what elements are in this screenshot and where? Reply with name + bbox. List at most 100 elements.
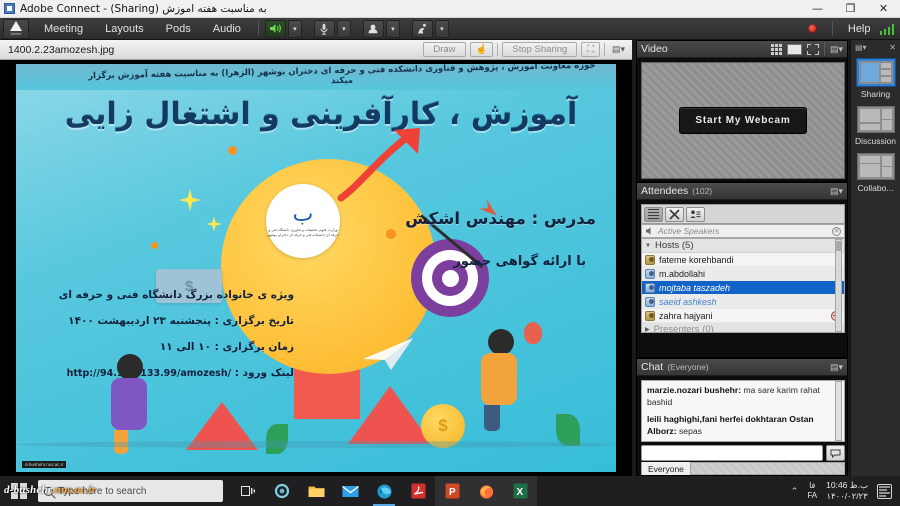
menu-audio[interactable]: Audio [202, 18, 252, 40]
microphone-icon[interactable] [313, 19, 335, 38]
help-link[interactable]: Help [848, 23, 871, 35]
video-fullscreen-icon[interactable] [806, 43, 819, 55]
menu-layouts[interactable]: Layouts [94, 18, 155, 40]
maximize-button[interactable]: ❐ [834, 0, 867, 18]
group-presenters[interactable]: ▶ Presenters (0) [642, 323, 844, 333]
slide-title-text: آموزش ، کارآفرینی و اشتغال زایی [64, 97, 578, 132]
adobe-logo-text: Adobe [10, 31, 22, 36]
webcam-icon[interactable] [362, 19, 384, 38]
menu-meeting[interactable]: Meeting [33, 18, 94, 40]
layout-thumb-sharing [856, 59, 895, 86]
speaker-dropdown-arrow[interactable]: ▾ [287, 19, 302, 38]
chat-input[interactable] [641, 445, 823, 461]
dot-accent-1 [228, 146, 237, 155]
chat-pod-title: Chat [641, 361, 664, 373]
attendee-name: zahra hajyani [659, 310, 713, 321]
shared-image-viewport[interactable]: حوزه معاونت آموزش ، پژوهش و فناوری دانشک… [0, 60, 632, 476]
layout-bar-menu-icon[interactable]: ▤▾ [855, 43, 867, 52]
menu-pods[interactable]: Pods [155, 18, 202, 40]
stop-sharing-button[interactable]: Stop Sharing [502, 42, 578, 57]
video-pod-menu-icon[interactable]: ▤▾ [830, 44, 843, 55]
attendees-list[interactable]: ▼ Hosts (5) fateme korehbandi m.abdollah… [641, 238, 845, 333]
attendee-row[interactable]: m.abdollahi [642, 267, 844, 281]
group-presenters-label: Presenters (0) [653, 324, 714, 333]
os-title-bar: به مناسبت هفته اموزش (Sharing) - Adobe C… [0, 0, 900, 18]
attendee-status-icon[interactable] [686, 206, 705, 222]
connection-strength-icon[interactable] [879, 23, 894, 35]
webcam-glyph [368, 24, 378, 34]
breakout-rooms-icon[interactable] [665, 206, 684, 222]
adobe-connect-window: به مناسبت هفته اموزش (Sharing) - Adobe C… [0, 0, 900, 506]
file-explorer-icon[interactable] [299, 476, 333, 506]
layout-item-sharing[interactable]: Sharing [851, 54, 900, 101]
layout-label-sharing: Sharing [860, 89, 891, 99]
share-pod-menu-icon[interactable]: ▤▾ [609, 44, 628, 55]
list-view-icon[interactable] [644, 206, 663, 222]
attendee-name: fateme korehbandi [659, 254, 734, 265]
firefox-icon[interactable] [469, 476, 503, 506]
close-button[interactable]: ✕ [867, 0, 900, 18]
fullscreen-icon[interactable]: ⛶ [581, 42, 600, 57]
clear-search-icon[interactable]: ✕ [832, 226, 841, 236]
chat-message-list[interactable]: marzie.nozari bushehr: ma sare karim rah… [641, 380, 845, 442]
attendees-scrollbar[interactable] [835, 239, 842, 332]
edge-icon[interactable] [367, 476, 401, 506]
language-indicator[interactable]: فا FA [807, 481, 817, 501]
chat-tab-everyone[interactable]: Everyone [642, 462, 691, 475]
growth-arrow-icon [337, 128, 420, 202]
excel-icon[interactable]: X [503, 476, 537, 506]
taskbar-pinned-apps: P X [231, 476, 537, 506]
microphone-dropdown-arrow[interactable]: ▾ [336, 19, 351, 38]
attendees-count: (102) [692, 186, 713, 196]
raise-hand-icon[interactable] [411, 19, 433, 38]
chat-text: sepas [679, 425, 702, 436]
minimize-button[interactable]: — [801, 0, 834, 18]
grid-view-icon[interactable] [770, 43, 782, 55]
group-hosts[interactable]: ▼ Hosts (5) [642, 239, 844, 253]
mail-icon[interactable] [333, 476, 367, 506]
slide-watermark: d-bushehr.nus.ac.ir [22, 461, 67, 468]
raise-hand-dropdown-arrow[interactable]: ▾ [434, 19, 449, 38]
single-view-icon[interactable] [786, 43, 802, 55]
show-hidden-icons-chevron[interactable]: ⌃ [791, 486, 799, 497]
task-view-icon[interactable] [231, 476, 265, 506]
attendee-row[interactable]: saeid ashkesh [642, 295, 844, 309]
send-message-icon[interactable] [826, 445, 845, 461]
avatar [645, 268, 655, 279]
microphone-control-group: ▾ [313, 19, 351, 38]
recording-indicator-icon[interactable] [807, 24, 817, 33]
chat-input-row [641, 445, 845, 461]
attendees-pod-menu-icon[interactable]: ▤▾ [830, 186, 843, 197]
webcam-control-group: ▾ [362, 19, 400, 38]
attendee-row[interactable]: fateme korehbandi [642, 253, 844, 267]
chat-scrollbar[interactable] [835, 381, 842, 441]
acrobat-icon[interactable] [401, 476, 435, 506]
instructor-text: مدرس : مهندس اشکش [405, 209, 596, 228]
draw-button[interactable]: Draw [423, 42, 466, 57]
raise-hand-control-group: ▾ [411, 19, 449, 38]
link-url: http://94.182.133.99/amozesh/ [66, 368, 232, 379]
action-center-icon[interactable] [877, 483, 892, 499]
attendees-pod-title: Attendees [641, 185, 689, 197]
coin-symbol: $ [438, 416, 448, 435]
powerpoint-icon[interactable]: P [435, 476, 469, 506]
shared-file-name: 1400.2.23amozesh.jpg [8, 43, 115, 56]
layout-item-collaboration[interactable]: Collabo... [851, 148, 900, 195]
clock[interactable]: 10:46 ب.ظ ۱۴۰۰/۰۲/۲۳ [826, 480, 868, 503]
webcam-dropdown-arrow[interactable]: ▾ [385, 19, 400, 38]
cortana-icon[interactable] [265, 476, 299, 506]
layout-item-discussion[interactable]: Discussion [851, 101, 900, 148]
chat-sender: marzie.nozari bushehr: [647, 385, 742, 395]
speaker-icon[interactable] [264, 19, 286, 38]
pointer-button[interactable]: ☝ [469, 42, 494, 57]
active-speakers-search[interactable]: Active Speakers ✕ [641, 224, 845, 238]
layout-bar-close-icon[interactable]: ✕ [889, 43, 896, 52]
avatar [645, 282, 655, 293]
red-pyramid-shape [348, 386, 432, 444]
page-watermark: d-bushehr.nus.ac.ir [4, 484, 96, 496]
balloon-shape [524, 322, 542, 344]
chat-pod-menu-icon[interactable]: ▤▾ [830, 362, 843, 373]
attendee-row[interactable]: zahra hajyani [642, 309, 844, 323]
start-my-webcam-button[interactable]: Start My Webcam [679, 107, 807, 134]
attendee-row[interactable]: mojtaba taszadeh [642, 281, 844, 295]
